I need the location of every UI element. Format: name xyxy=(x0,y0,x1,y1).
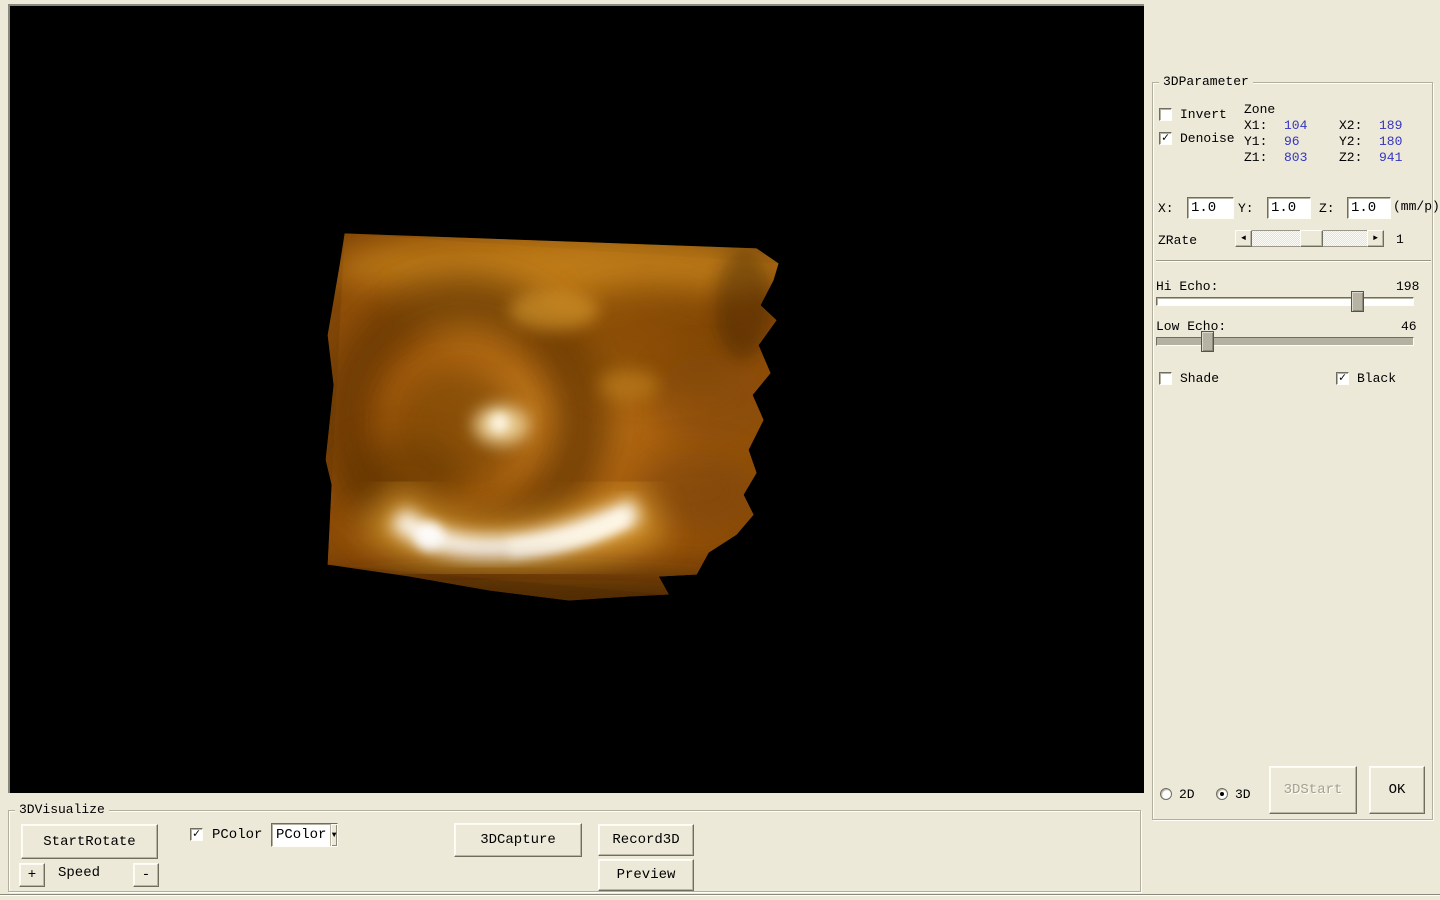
visualize-groupbox-title: 3DVisualize xyxy=(15,802,109,817)
hi-echo-slider[interactable] xyxy=(1156,291,1414,312)
zrate-scrollbar[interactable]: ◄ ► xyxy=(1235,230,1384,247)
x-scale-input[interactable] xyxy=(1187,197,1234,219)
pcolor-combobox[interactable]: PColor ▼ xyxy=(271,823,338,847)
y-scale-label: Y: xyxy=(1238,201,1254,216)
denoise-checkbox[interactable]: ✓ xyxy=(1159,132,1172,145)
param-groupbox: 3DParameter Invert ✓ Denoise Zone X1: 10… xyxy=(1152,74,1440,820)
check-icon: ✓ xyxy=(192,827,201,841)
ultrasound-volume[interactable] xyxy=(10,6,1144,793)
start3d-button[interactable]: 3DStart xyxy=(1269,766,1357,814)
speed-minus-button[interactable]: - xyxy=(133,863,159,887)
speed-plus-button[interactable]: + xyxy=(19,863,45,887)
window-bottom-edge xyxy=(0,894,1440,896)
application-window: 3DParameter Invert ✓ Denoise Zone X1: 10… xyxy=(0,0,1440,900)
black-checkbox[interactable]: ✓ xyxy=(1336,372,1349,385)
low-echo-slider[interactable] xyxy=(1156,331,1414,352)
shade-label[interactable]: Shade xyxy=(1180,371,1219,386)
zone-z1-value: 803 xyxy=(1284,150,1308,165)
zone-x2-value: 189 xyxy=(1379,118,1403,133)
denoise-label[interactable]: Denoise xyxy=(1180,131,1235,146)
divider xyxy=(1156,260,1431,262)
low-echo-label: Low Echo: xyxy=(1156,319,1227,334)
z-scale-input[interactable] xyxy=(1347,197,1391,219)
invert-label[interactable]: Invert xyxy=(1180,107,1227,122)
zrate-value: 1 xyxy=(1396,232,1404,247)
y-scale-input[interactable] xyxy=(1267,197,1311,219)
zone-y1-value: 96 xyxy=(1284,134,1300,149)
z-scale-label: Z: xyxy=(1319,201,1335,216)
pcolor-label[interactable]: PColor xyxy=(212,827,262,843)
zone-z2-label: Z2: xyxy=(1339,150,1363,165)
zone-x1-value: 104 xyxy=(1284,118,1308,133)
check-icon: ✓ xyxy=(1161,131,1170,145)
preview-button[interactable]: Preview xyxy=(598,859,694,891)
zone-x2-label: X2: xyxy=(1339,118,1363,133)
chevron-down-icon[interactable]: ▼ xyxy=(330,824,337,846)
invert-checkbox[interactable] xyxy=(1159,108,1172,121)
hi-echo-label: Hi Echo: xyxy=(1156,279,1219,294)
capture3d-button[interactable]: 3DCapture xyxy=(454,823,582,857)
shade-checkbox[interactable] xyxy=(1159,372,1172,385)
hi-echo-slider-thumb[interactable] xyxy=(1351,291,1364,312)
zrate-scrollbar-thumb[interactable] xyxy=(1300,230,1323,247)
zone-title: Zone xyxy=(1244,102,1276,117)
zone-z1-label: Z1: xyxy=(1244,150,1268,165)
check-icon: ✓ xyxy=(1338,371,1347,385)
record3d-button[interactable]: Record3D xyxy=(598,824,694,856)
render-viewport[interactable] xyxy=(8,4,1144,793)
zrate-right-arrow-icon[interactable]: ► xyxy=(1367,230,1384,247)
pcolor-combobox-value: PColor xyxy=(276,827,327,843)
radio-2d-label[interactable]: 2D xyxy=(1179,787,1195,802)
pcolor-checkbox[interactable]: ✓ xyxy=(190,828,203,841)
zrate-left-arrow-icon[interactable]: ◄ xyxy=(1235,230,1252,247)
hi-echo-value: 198 xyxy=(1396,279,1420,294)
low-echo-value: 46 xyxy=(1401,319,1417,334)
speed-label: Speed xyxy=(58,865,101,881)
zone-y1-label: Y1: xyxy=(1244,134,1268,149)
zone-z2-value: 941 xyxy=(1379,150,1403,165)
ok-button[interactable]: OK xyxy=(1369,766,1425,814)
black-label[interactable]: Black xyxy=(1357,371,1396,386)
zrate-label: ZRate xyxy=(1158,233,1198,248)
low-echo-slider-thumb[interactable] xyxy=(1201,331,1214,352)
radio-2d[interactable] xyxy=(1160,788,1172,800)
radio-3d-label[interactable]: 3D xyxy=(1235,787,1251,802)
scale-unit-label: (mm/p) xyxy=(1393,199,1440,214)
x-scale-label: X: xyxy=(1158,201,1174,216)
visualize-groupbox: 3DVisualize StartRotate ✓ PColor PColor … xyxy=(8,802,1141,892)
zone-x1-label: X1: xyxy=(1244,118,1268,133)
start-rotate-button[interactable]: StartRotate xyxy=(21,824,158,859)
zone-y2-value: 180 xyxy=(1379,134,1403,149)
param-groupbox-title: 3DParameter xyxy=(1159,74,1253,89)
radio-3d[interactable] xyxy=(1216,788,1228,800)
zone-y2-label: Y2: xyxy=(1339,134,1363,149)
